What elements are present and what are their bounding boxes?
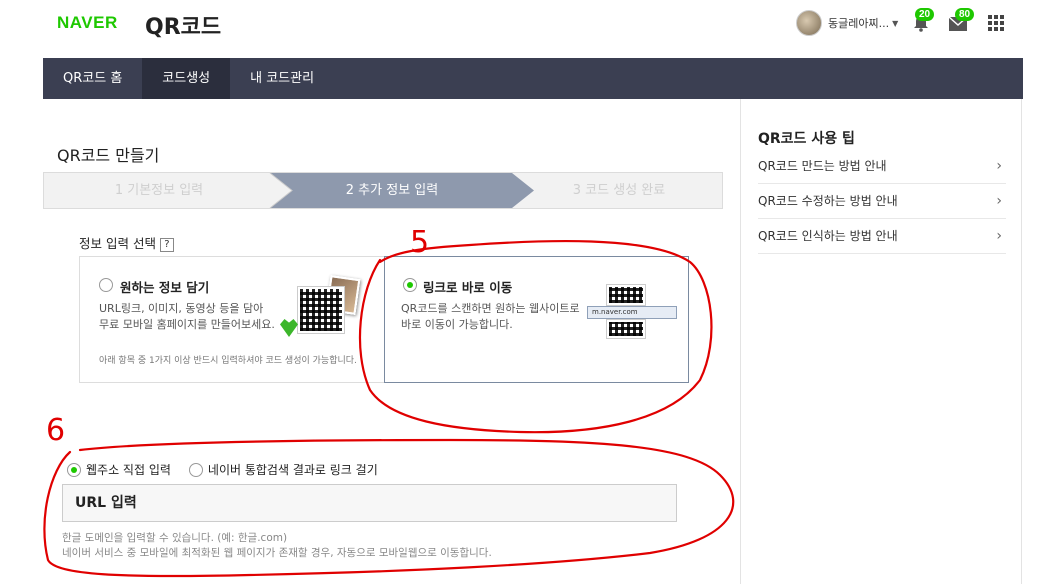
qr-code-image-bottom — [607, 320, 645, 338]
heart-badge-icon — [280, 319, 298, 337]
radio-direct-url[interactable] — [67, 462, 81, 477]
info-select-text: 정보 입력 선택 — [79, 236, 156, 251]
direct-url-label[interactable]: 웹주소 직접 입력 — [86, 461, 171, 478]
hint-mobile-redirect: 네이버 서비스 중 모바일에 최적화된 웹 페이지가 존재할 경우, 자동으로 … — [62, 547, 492, 559]
apps-grid-icon[interactable] — [988, 15, 1004, 31]
step-1: 1 기본정보 입력 — [114, 183, 204, 198]
qr-code-image — [298, 287, 344, 333]
radio-search-link[interactable] — [188, 462, 203, 477]
info-select-label: 정보 입력 선택? — [79, 233, 174, 252]
naver-logo[interactable]: NAVER — [57, 13, 118, 33]
mail-count-badge: 80 — [955, 8, 975, 21]
annotation-mark-5: 5 — [410, 225, 429, 260]
user-menu[interactable]: 동글레아찌... ▼ — [796, 10, 898, 36]
page-title: QR코드 만들기 — [57, 146, 160, 165]
main-nav: QR코드 홈 코드생성 내 코드관리 — [43, 58, 1023, 99]
sidebar-divider — [740, 99, 741, 584]
option-custom-info[interactable]: 원하는 정보 담기 URL링크, 이미지, 동영상 등을 담아 무료 모바일 홈… — [79, 256, 385, 383]
chevron-down-icon[interactable]: ▼ — [892, 19, 898, 28]
qr-code-image — [607, 285, 645, 305]
step-3: 3 코드 생성 완료 — [572, 183, 666, 198]
option-custom-info-desc: URL링크, 이미지, 동영상 등을 담아 무료 모바일 홈페이지를 만들어보세… — [99, 302, 275, 331]
option-direct-link-title: 링크로 바로 이동 — [423, 280, 513, 295]
option-custom-info-title: 원하는 정보 담기 — [120, 280, 210, 295]
annotation-mark-6: 6 — [46, 413, 65, 448]
chevron-right-icon: › — [996, 158, 1002, 174]
help-icon[interactable]: ? — [159, 237, 174, 252]
nav-qr-home[interactable]: QR코드 홈 — [43, 58, 142, 99]
link-type-options: 웹주소 직접 입력 네이버 통합검색 결과로 링크 걸기 — [67, 461, 378, 478]
chevron-right-icon: › — [996, 193, 1002, 209]
user-name[interactable]: 동글레아찌... — [828, 15, 889, 31]
step-indicator: 1 기본정보 입력 2 추가 정보 입력 3 코드 생성 완료 — [43, 172, 723, 209]
option-direct-link[interactable]: 링크로 바로 이동 QR코드를 스캔하면 원하는 웹사이트로 바로 이동이 가능… — [384, 256, 689, 383]
radio-custom-info[interactable] — [99, 278, 113, 292]
notification-count-badge: 20 — [915, 8, 935, 21]
tip-how-to-make[interactable]: QR코드 만드는 방법 안내 › — [758, 149, 1006, 184]
tips-title: QR코드 사용 팁 — [758, 131, 855, 147]
avatar[interactable] — [796, 10, 822, 36]
sidebar-divider-right — [1021, 99, 1022, 584]
service-title[interactable]: QR코드 — [145, 9, 221, 41]
tip-how-to-edit[interactable]: QR코드 수정하는 방법 안내 › — [758, 184, 1006, 219]
tip-label: QR코드 만드는 방법 안내 — [758, 159, 887, 173]
tip-label: QR코드 인식하는 방법 안내 — [758, 229, 898, 243]
chevron-right-icon: › — [996, 228, 1002, 244]
option-custom-info-note: 아래 항목 중 1가지 이상 반드시 입력하셔야 코드 생성이 가능합니다. — [99, 356, 357, 366]
search-link-label[interactable]: 네이버 통합검색 결과로 링크 걸기 — [208, 461, 378, 478]
tip-label: QR코드 수정하는 방법 안내 — [758, 194, 898, 208]
step-2: 2 추가 정보 입력 — [345, 183, 439, 198]
nav-create-code[interactable]: 코드생성 — [142, 58, 231, 99]
hint-korean-domain: 한글 도메인을 입력할 수 있습니다. (예: 한글.com) — [62, 532, 288, 544]
url-input[interactable] — [62, 484, 677, 522]
option-direct-link-desc: QR코드를 스캔하면 원하는 웹사이트로 바로 이동이 가능합니다. — [401, 302, 580, 331]
nav-my-codes[interactable]: 내 코드관리 — [230, 58, 334, 99]
tip-how-to-scan[interactable]: QR코드 인식하는 방법 안내 › — [758, 219, 1006, 254]
url-bar-illustration: m.naver.com — [587, 306, 677, 319]
radio-direct-link[interactable] — [403, 278, 417, 292]
